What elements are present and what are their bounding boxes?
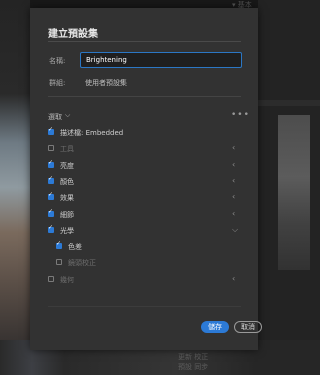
- option-row[interactable]: 光學 ⌵: [48, 224, 248, 236]
- select-dropdown[interactable]: 選取: [48, 112, 62, 122]
- name-label: 名稱:: [49, 57, 66, 65]
- more-icon[interactable]: •••: [231, 110, 250, 120]
- dialog-title: 建立預設集: [48, 29, 98, 40]
- group-label: 群組:: [49, 79, 66, 87]
- background-divider: [258, 100, 320, 106]
- option-checkbox[interactable]: [56, 259, 62, 266]
- option-checkbox[interactable]: [48, 191, 54, 201]
- option-row[interactable]: 效果 ‹: [48, 191, 248, 203]
- option-row[interactable]: 幾何 ‹: [48, 274, 248, 285]
- option-checkbox[interactable]: [48, 275, 54, 282]
- option-checkbox[interactable]: [48, 208, 54, 217]
- option-label: 描述檔: Embedded: [60, 129, 124, 137]
- chevron-left-icon[interactable]: ‹: [232, 160, 235, 169]
- option-label: 幾何: [60, 275, 74, 284]
- background-photo-left: [0, 0, 30, 375]
- option-row[interactable]: 細節 ‹: [48, 208, 248, 220]
- option-label: 色差: [68, 243, 82, 252]
- option-label: 光學: [60, 226, 74, 235]
- option-label: 效果: [60, 194, 74, 203]
- section-divider: [48, 96, 241, 97]
- option-checkbox[interactable]: [48, 145, 54, 152]
- cancel-button[interactable]: 取消: [234, 321, 262, 333]
- option-checkbox[interactable]: [48, 224, 54, 233]
- option-row[interactable]: 顏色 ‹: [48, 175, 248, 187]
- footer-divider: [48, 306, 241, 307]
- option-label: 顏色: [60, 177, 74, 186]
- chevron-down-icon[interactable]: ⌵: [65, 111, 70, 120]
- option-row[interactable]: 描述檔: Embedded: [48, 126, 248, 138]
- background-bottom-label-1: 更新 校正: [178, 353, 209, 361]
- option-checkbox[interactable]: [48, 159, 54, 168]
- create-preset-dialog: 建立預設集 名稱: Brightening 群組: 使用者預設集 ⌵ 選取 ⌵ …: [30, 8, 262, 350]
- option-label: 細節: [60, 210, 74, 219]
- option-row[interactable]: 工具 ‹: [48, 143, 248, 154]
- option-row[interactable]: 亮度 ‹: [48, 159, 248, 171]
- chevron-left-icon[interactable]: ‹: [232, 143, 235, 152]
- option-row[interactable]: 色差: [48, 240, 248, 252]
- chevron-left-icon[interactable]: ‹: [232, 209, 235, 218]
- option-row[interactable]: 鏡頭校正: [48, 258, 248, 268]
- title-divider: [48, 41, 241, 42]
- option-label: 亮度: [60, 161, 74, 170]
- chevron-left-icon[interactable]: ‹: [232, 176, 235, 185]
- option-label: 工具: [60, 145, 74, 154]
- chevron-down-icon[interactable]: ⌵: [232, 225, 238, 235]
- chevron-left-icon[interactable]: ‹: [232, 274, 235, 283]
- background-bottom-label-2: 預設 同步: [178, 363, 209, 371]
- option-checkbox[interactable]: [48, 175, 54, 184]
- chevron-left-icon[interactable]: ‹: [232, 192, 235, 201]
- option-label: 鏡頭校正: [68, 259, 96, 268]
- preset-name-input[interactable]: Brightening: [80, 52, 242, 68]
- option-checkbox[interactable]: [56, 240, 62, 250]
- option-checkbox[interactable]: [48, 126, 54, 135]
- save-button[interactable]: 儲存: [201, 321, 229, 333]
- chevron-down-icon[interactable]: ⌵: [119, 77, 124, 86]
- background-thumbnail: [278, 115, 310, 270]
